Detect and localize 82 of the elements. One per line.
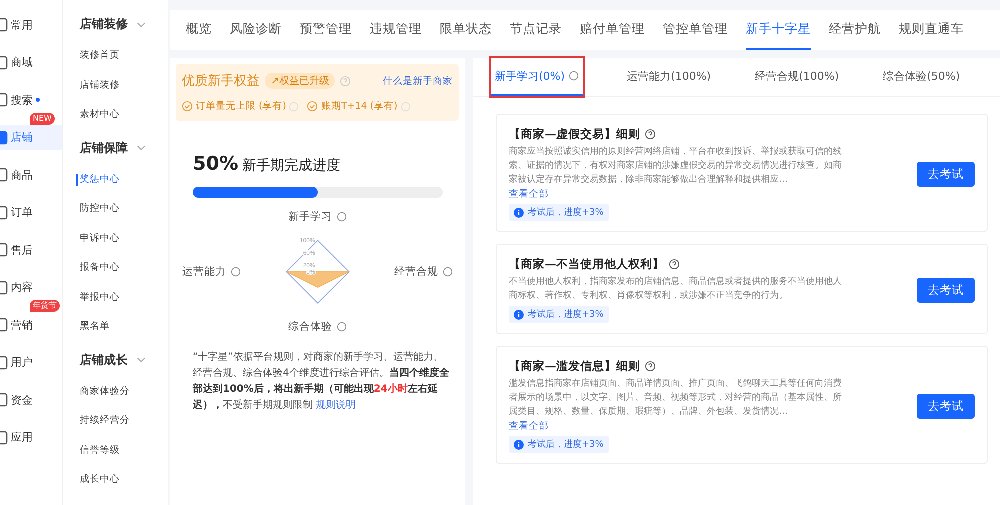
radar-grid <box>286 240 350 304</box>
progress-title: 新手期完成进度 <box>242 157 340 175</box>
exam-button[interactable]: 去考试 <box>917 162 975 186</box>
tab[interactable]: 预警管理 <box>300 10 352 50</box>
nav-item[interactable]: 营销 <box>0 312 62 338</box>
progress-hint: 考试后，进度+3% <box>509 436 609 453</box>
view-all-link[interactable]: 查看全部 <box>509 420 549 433</box>
tab[interactable]: 新手十字星 <box>746 10 811 50</box>
tab[interactable]: 经营护航 <box>829 10 881 50</box>
task-title: 【商家—滥发信息】细则 <box>509 359 640 374</box>
benefit-text: 订单量无上限 (享有) <box>196 100 286 113</box>
menu-item[interactable]: 商家体验分 <box>80 376 168 406</box>
nav-badge: 年货节 <box>30 300 60 312</box>
menu-item[interactable]: 素材中心 <box>80 100 168 130</box>
info-icon <box>514 310 524 320</box>
check-circle-icon <box>182 101 193 112</box>
task-description: 商家应当按照诚实信用的原则经营网络店铺，平台在收到投诉、举报或获取可信的线索、证据的情况下，有权对商家店铺的涉嫌虚假交易的异常交易情况进行核查。如商家被认定存在异常交易数据，除非商家能够做出合理解释和提供相应… <box>509 146 843 187</box>
menu-item[interactable]: 黑名单 <box>80 312 168 342</box>
tab[interactable]: 新手学习(0%) <box>491 58 584 96</box>
nav-item[interactable]: 店铺 <box>0 125 62 150</box>
menu-item[interactable]: 奖惩中心 <box>76 174 168 186</box>
nav-item[interactable]: 用户 <box>0 350 62 375</box>
nav-item[interactable]: 商域 <box>0 50 62 75</box>
progress-percent: 50% <box>193 153 238 175</box>
progress-hint: 考试后，进度+3% <box>509 306 609 323</box>
menu-item[interactable]: 装修首页 <box>80 41 168 70</box>
task-title: 【商家—虚假交易】细则 <box>509 127 640 142</box>
radar-area <box>286 272 350 288</box>
tab[interactable]: 规则直通车 <box>899 10 964 50</box>
tab[interactable]: 管控单管理 <box>663 10 728 50</box>
menu-item[interactable]: 报备中心 <box>80 253 168 282</box>
tab[interactable]: 赔付单管理 <box>580 10 645 50</box>
exam-button[interactable]: 去考试 <box>917 394 975 418</box>
progress-hint: 考试后，进度+3% <box>509 204 609 221</box>
tab[interactable]: 限单状态 <box>440 10 492 50</box>
menu-group-title[interactable]: 店铺成长 <box>80 352 128 368</box>
menu-item[interactable]: 申诉中心 <box>80 224 168 253</box>
tab[interactable]: 违规管理 <box>370 10 422 50</box>
axis-label: 经营合规 <box>394 265 438 279</box>
axis-label: 新手学习 <box>288 210 332 224</box>
nav-item[interactable]: 资金 <box>0 388 62 412</box>
axis-label: 综合体验 <box>288 320 332 334</box>
menu-item[interactable]: 举报中心 <box>80 282 168 312</box>
nav-item[interactable]: 售后 <box>0 238 62 262</box>
what-is-link[interactable]: 什么是新手商家 <box>383 74 453 88</box>
nav-item[interactable]: 内容 <box>0 275 62 300</box>
tab[interactable]: 概览 <box>186 10 212 50</box>
menu-item[interactable]: 防控中心 <box>80 194 168 224</box>
check-circle-icon <box>307 101 318 112</box>
chevron-icon[interactable] <box>137 145 146 151</box>
tab[interactable]: 经营合规(100%) <box>755 58 840 96</box>
menu-group-title[interactable]: 店铺保障 <box>80 140 128 156</box>
task-description: 不当使用他人权利，指商家发布的店铺信息、商品信息或者提供的服务不当使用他人商标权、著作权、专利权、肖像权等权利，或涉嫌不正当竞争的行为。 <box>509 276 843 303</box>
exam-button[interactable]: 去考试 <box>917 278 975 302</box>
nav-item[interactable]: 应用 <box>0 425 62 450</box>
tab[interactable]: 节点记录 <box>510 10 562 50</box>
view-all-link[interactable]: 查看全部 <box>509 188 549 201</box>
info-icon <box>514 208 524 218</box>
benefits-title: 优质新手权益 <box>182 73 260 90</box>
benefit-text: 账期T+14 (享有) <box>321 100 398 113</box>
nav-item[interactable]: 商品 <box>0 162 62 188</box>
menu-item[interactable]: 持续经营分 <box>80 406 168 436</box>
nav-item[interactable]: 常用 <box>0 12 62 38</box>
rule-description: “十字星”依据平台规则，对商家的新手学习、运营能力、经营合规、综合体验4个维度进行综合评估。当四个维度全部达到100%后，将出新手期（可能出现24小时左右延迟），不受新手期规则限制 规则说明 <box>193 350 450 413</box>
task-title: 【商家—不当使用他人权利】 <box>509 257 664 272</box>
chevron-icon[interactable] <box>137 22 146 28</box>
chevron-icon[interactable] <box>137 357 146 363</box>
tab[interactable]: 风险诊断 <box>230 10 282 50</box>
nav-badge: NEW <box>30 112 55 124</box>
nav-item[interactable]: 订单 <box>0 200 62 225</box>
tab[interactable]: 运营能力(100%) <box>627 58 712 96</box>
menu-item[interactable]: 店铺装修 <box>80 70 168 100</box>
rules-link[interactable]: 规则说明 <box>316 400 356 411</box>
tab[interactable]: 综合体验(50%) <box>883 58 960 96</box>
menu-item[interactable]: 信誉等级 <box>80 436 168 465</box>
upgrade-tag: ↗权益已升级 <box>265 73 336 89</box>
menu-group-title[interactable]: 店铺装修 <box>80 16 128 33</box>
menu-item[interactable]: 成长中心 <box>80 465 168 494</box>
axis-label: 运营能力 <box>182 265 226 279</box>
task-description: 滥发信息指商家在店铺页面、商品详情页面、推广页面、飞鸽聊天工具等任何向消费者展示的场景中，以文字、图片、音频、视频等形式，对经营的商品（基本属性、所属类目、规格、数量、保质期、瑕疵等）、品牌、外包装、发货情况… <box>509 378 843 419</box>
info-icon <box>514 440 524 450</box>
nav-item[interactable]: 搜索 <box>0 88 62 112</box>
